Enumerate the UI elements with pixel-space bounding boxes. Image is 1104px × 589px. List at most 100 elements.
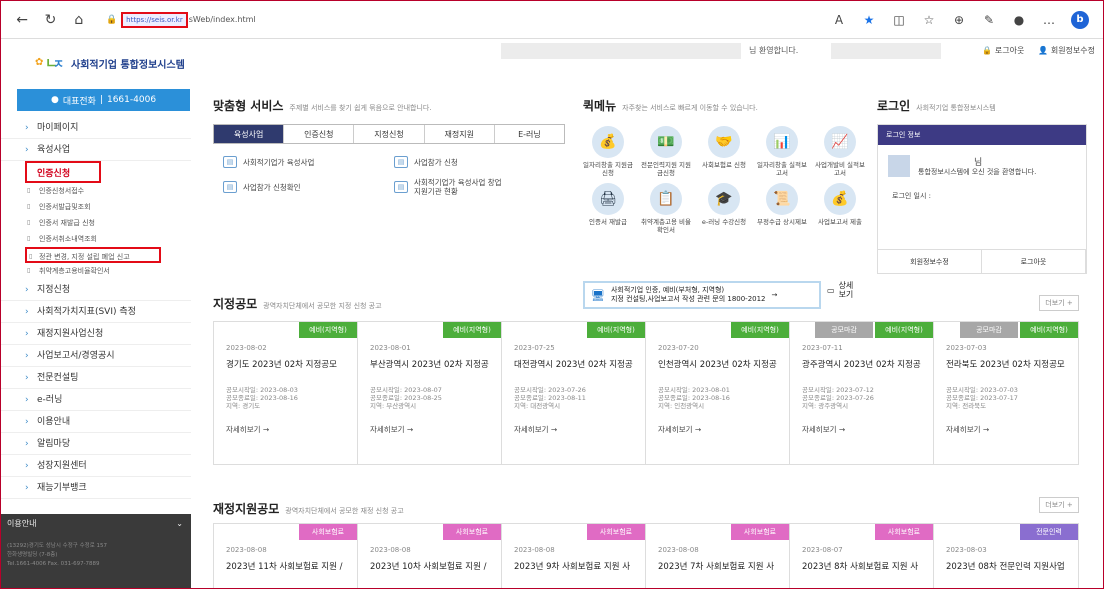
card-more-link[interactable]: 자세히보기 → [226, 424, 345, 435]
split-screen-icon[interactable]: ◫ [891, 13, 907, 27]
quick-menu-item[interactable]: 📊 일자리창출 실적보고서 [757, 126, 807, 177]
sidebar-item[interactable]: 성장지원센터 [1, 455, 191, 477]
quick-menu-item[interactable]: 📋 취약계층고용 비율확인서 [641, 183, 691, 234]
sidebar-item[interactable]: 이용안내 [1, 411, 191, 433]
report-icon: 📈 [824, 126, 856, 158]
detail-view-button[interactable]: ▭ 상세 보기 [827, 281, 859, 299]
finance-more-button[interactable]: 더보기 + [1039, 497, 1079, 513]
board-icon: 📋 [650, 183, 682, 215]
welcome-message: 통합정보시스템에 오신 것을 환영합니다. [918, 168, 1037, 176]
card-more-link[interactable]: 자세히보기 → [658, 424, 777, 435]
quick-menu-item[interactable]: 💰 사업보고서 제출 [815, 183, 865, 234]
call-button[interactable]: ● 대표전화 | 1661-4006 [17, 89, 190, 111]
section-desc: 광역자치단체에서 공모한 지정 신청 공고 [263, 302, 382, 310]
designation-card[interactable]: 예비(지역형) 2023-07-20 인천광역시 2023년 02차 지정공 공모시작… [646, 322, 790, 464]
refresh-icon[interactable]: ↻ [43, 12, 57, 28]
quick-menu-label: e-러닝 수강신청 [701, 218, 747, 226]
service-link[interactable]: ▤ 사회적기업가 육성사업 [223, 156, 394, 168]
card-title: 2023년 9차 사회보험료 지원 사 [514, 562, 631, 572]
info-line: 한화생명빌딩 (7-8층) [7, 552, 58, 558]
inquiry-banner[interactable]: 🖥 사회적기업 인증, 예비(부처형, 지역형) 지정 컨설팅,사업보고서 작성… [583, 281, 821, 309]
finance-card[interactable]: 사회보험료 2023-08-08 2023년 9차 사회보험료 지원 사 [502, 524, 646, 588]
sidebar-item[interactable]: 전문컨설팅 [1, 367, 191, 389]
logout-link[interactable]: 🔒 로그아웃 [982, 45, 1024, 56]
quick-menu-item[interactable]: 💰 일자리창출 지원금신청 [583, 126, 633, 177]
sidebar-item[interactable]: 사회적가치지표(SVI) 측정 [1, 301, 191, 323]
card-info: 공모시작일: 2023-07-12 공모종료일: 2023-07-26 지역: 광주… [802, 386, 874, 410]
read-aloud-icon[interactable]: A [831, 13, 847, 27]
quick-menu-item[interactable]: 🎓 e-러닝 수강신청 [699, 183, 749, 234]
tab-certification[interactable]: 인증신청 [284, 125, 355, 143]
tab-growth[interactable]: 육성사업 [214, 125, 285, 143]
bing-icon[interactable]: b [1071, 10, 1089, 29]
section-desc: 주제별 서비스를 찾기 쉽게 묶음으로 안내합니다. [289, 104, 432, 112]
subnav-item[interactable]: 인증서발급및조회 [1, 199, 191, 215]
quick-menu-item[interactable]: 📜 부정수급 상시제보 [757, 183, 807, 234]
service-tabs: 육성사업 인증신청 지정신청 재정지원 E-러닝 [213, 124, 565, 144]
designation-more-button[interactable]: 더보기 + [1039, 295, 1079, 311]
service-items: ▤ 사회적기업가 육성사업 ▤ 사업참가 신청 ▤ 사업참가 신청확인 ▤ 사회적기업가… [213, 156, 565, 196]
tab-finance[interactable]: 재정지원 [425, 125, 495, 143]
card-more-link[interactable]: 자세히보기 → [946, 424, 1066, 435]
card-title: 2023년 8차 사회보험료 지원 사 [802, 562, 919, 572]
finance-card[interactable]: 전문인력 2023-08-03 2023년 08차 전문인력 지원사업 [934, 524, 1078, 588]
extensions-icon[interactable]: ✎ [981, 13, 997, 27]
section-desc: 자주찾는 서비스로 빠르게 이동할 수 있습니다. [622, 104, 758, 112]
sidebar-item[interactable]: 알림마당 [1, 433, 191, 455]
designation-card[interactable]: 공모마감 예비(지역형) 2023-07-03 전라북도 2023년 02차 지정공모… [934, 322, 1078, 464]
sidebar-item[interactable]: 재능기부뱅크 [1, 477, 191, 499]
quick-menu-item[interactable]: 🖨 인증서 재발급 [583, 183, 633, 234]
member-edit-link[interactable]: 👤 회원정보수정 [1038, 45, 1095, 56]
sidebar-item[interactable]: 재정지원사업신청 [1, 323, 191, 345]
card-title: 전라북도 2023년 02차 지정공모 [946, 360, 1065, 370]
card-title: 부산광역시 2023년 02차 지정공 [370, 360, 489, 370]
card-more-link[interactable]: 자세히보기 → [370, 424, 489, 435]
member-edit-button[interactable]: 회원정보수정 [878, 250, 982, 273]
quick-menu-item[interactable]: 📈 사업개발비 실적보고서 [815, 126, 865, 177]
sidebar-item-mypage[interactable]: 마이페이지 [1, 117, 191, 139]
subnav-item[interactable]: 인증서 재발급 신청 [1, 215, 191, 231]
sidebar-item[interactable]: e-러닝 [1, 389, 191, 411]
subnav-item[interactable]: 취약계층고용비율확인서 [1, 263, 191, 279]
card-more-link[interactable]: 자세히보기 → [802, 424, 921, 435]
subnav-item[interactable]: 인증신청서접수 [1, 183, 191, 199]
sidebar-item-growth[interactable]: 육성사업 [1, 139, 191, 161]
sidebar-item[interactable]: 사업보고서/경영공시 [1, 345, 191, 367]
address-bar[interactable]: 🔒 https://seis.or.kr sWeb/index.html [100, 8, 817, 32]
favorites-icon[interactable]: ☆ [921, 13, 937, 27]
site-logo[interactable]: ✿ ㄴ ㅈ 사회적기업 통합정보시스템 [35, 53, 185, 73]
designation-card[interactable]: 예비(지역형) 2023-08-01 부산광역시 2023년 02차 지정공 공모시작… [358, 322, 502, 464]
finance-card[interactable]: 사회보험료 2023-08-08 2023년 7차 사회보험료 지원 사 [646, 524, 790, 588]
money-bag-icon: 💰 [592, 126, 624, 158]
arrow-icon: → [771, 291, 778, 299]
designation-card[interactable]: 예비(지역형) 2023-07-25 대전광역시 2023년 02차 지정공 공모시작… [502, 322, 646, 464]
info-panel-header[interactable]: 이용안내 ⌄ [1, 514, 191, 534]
favorite-star-icon[interactable]: ★ [861, 13, 877, 27]
sidebar-item-certification[interactable]: 인증신청 [25, 161, 101, 183]
designation-cards: 예비(지역형) 2023-08-02 경기도 2023년 02차 지정공모 공모시작일… [213, 321, 1079, 465]
more-menu-icon[interactable]: … [1041, 13, 1057, 27]
card-date: 2023-08-08 [658, 546, 699, 554]
designation-card[interactable]: 예비(지역형) 2023-08-02 경기도 2023년 02차 지정공모 공모시작일… [214, 322, 358, 464]
tab-designation[interactable]: 지정신청 [354, 125, 425, 143]
back-icon[interactable]: ← [15, 12, 29, 28]
subnav-item[interactable]: 인증서취소내역조회 [1, 231, 191, 247]
service-link[interactable]: ▤ 사업참가 신청 [394, 156, 565, 168]
tab-elearning[interactable]: E-러닝 [495, 125, 564, 143]
quick-menu-item[interactable]: 🤝 사회보험료 신청 [699, 126, 749, 177]
finance-card[interactable]: 사회보험료 2023-08-08 2023년 10차 사회보험료 지원 / [358, 524, 502, 588]
service-link[interactable]: ▤ 사업참가 신청확인 [223, 178, 394, 196]
sidebar-item[interactable]: 지정신청 [1, 279, 191, 301]
finance-card[interactable]: 사회보험료 2023-08-07 2023년 8차 사회보험료 지원 사 [790, 524, 934, 588]
quick-menu-item[interactable]: 💵 전문인력지원 지원금신청 [641, 126, 691, 177]
card-more-link[interactable]: 자세히보기 → [514, 424, 633, 435]
home-icon[interactable]: ⌂ [72, 12, 86, 28]
monitor-icon: 🖥 [591, 288, 605, 302]
finance-card[interactable]: 사회보험료 2023-08-08 2023년 11차 사회보험료 지원 / [214, 524, 358, 588]
designation-card[interactable]: 공모마감 예비(지역형) 2023-07-11 광주광역시 2023년 02차 지정공… [790, 322, 934, 464]
service-link[interactable]: ▤ 사회적기업가 육성사업 창업지원기관 현황 [394, 178, 565, 196]
profile-icon[interactable]: ● [1011, 13, 1027, 27]
subnav-item-articles-change[interactable]: 정관 변경, 지정 설립 폐업 신고 [25, 247, 161, 265]
logout-button[interactable]: 로그아웃 [982, 250, 1086, 273]
collections-icon[interactable]: ⊕ [951, 13, 967, 27]
